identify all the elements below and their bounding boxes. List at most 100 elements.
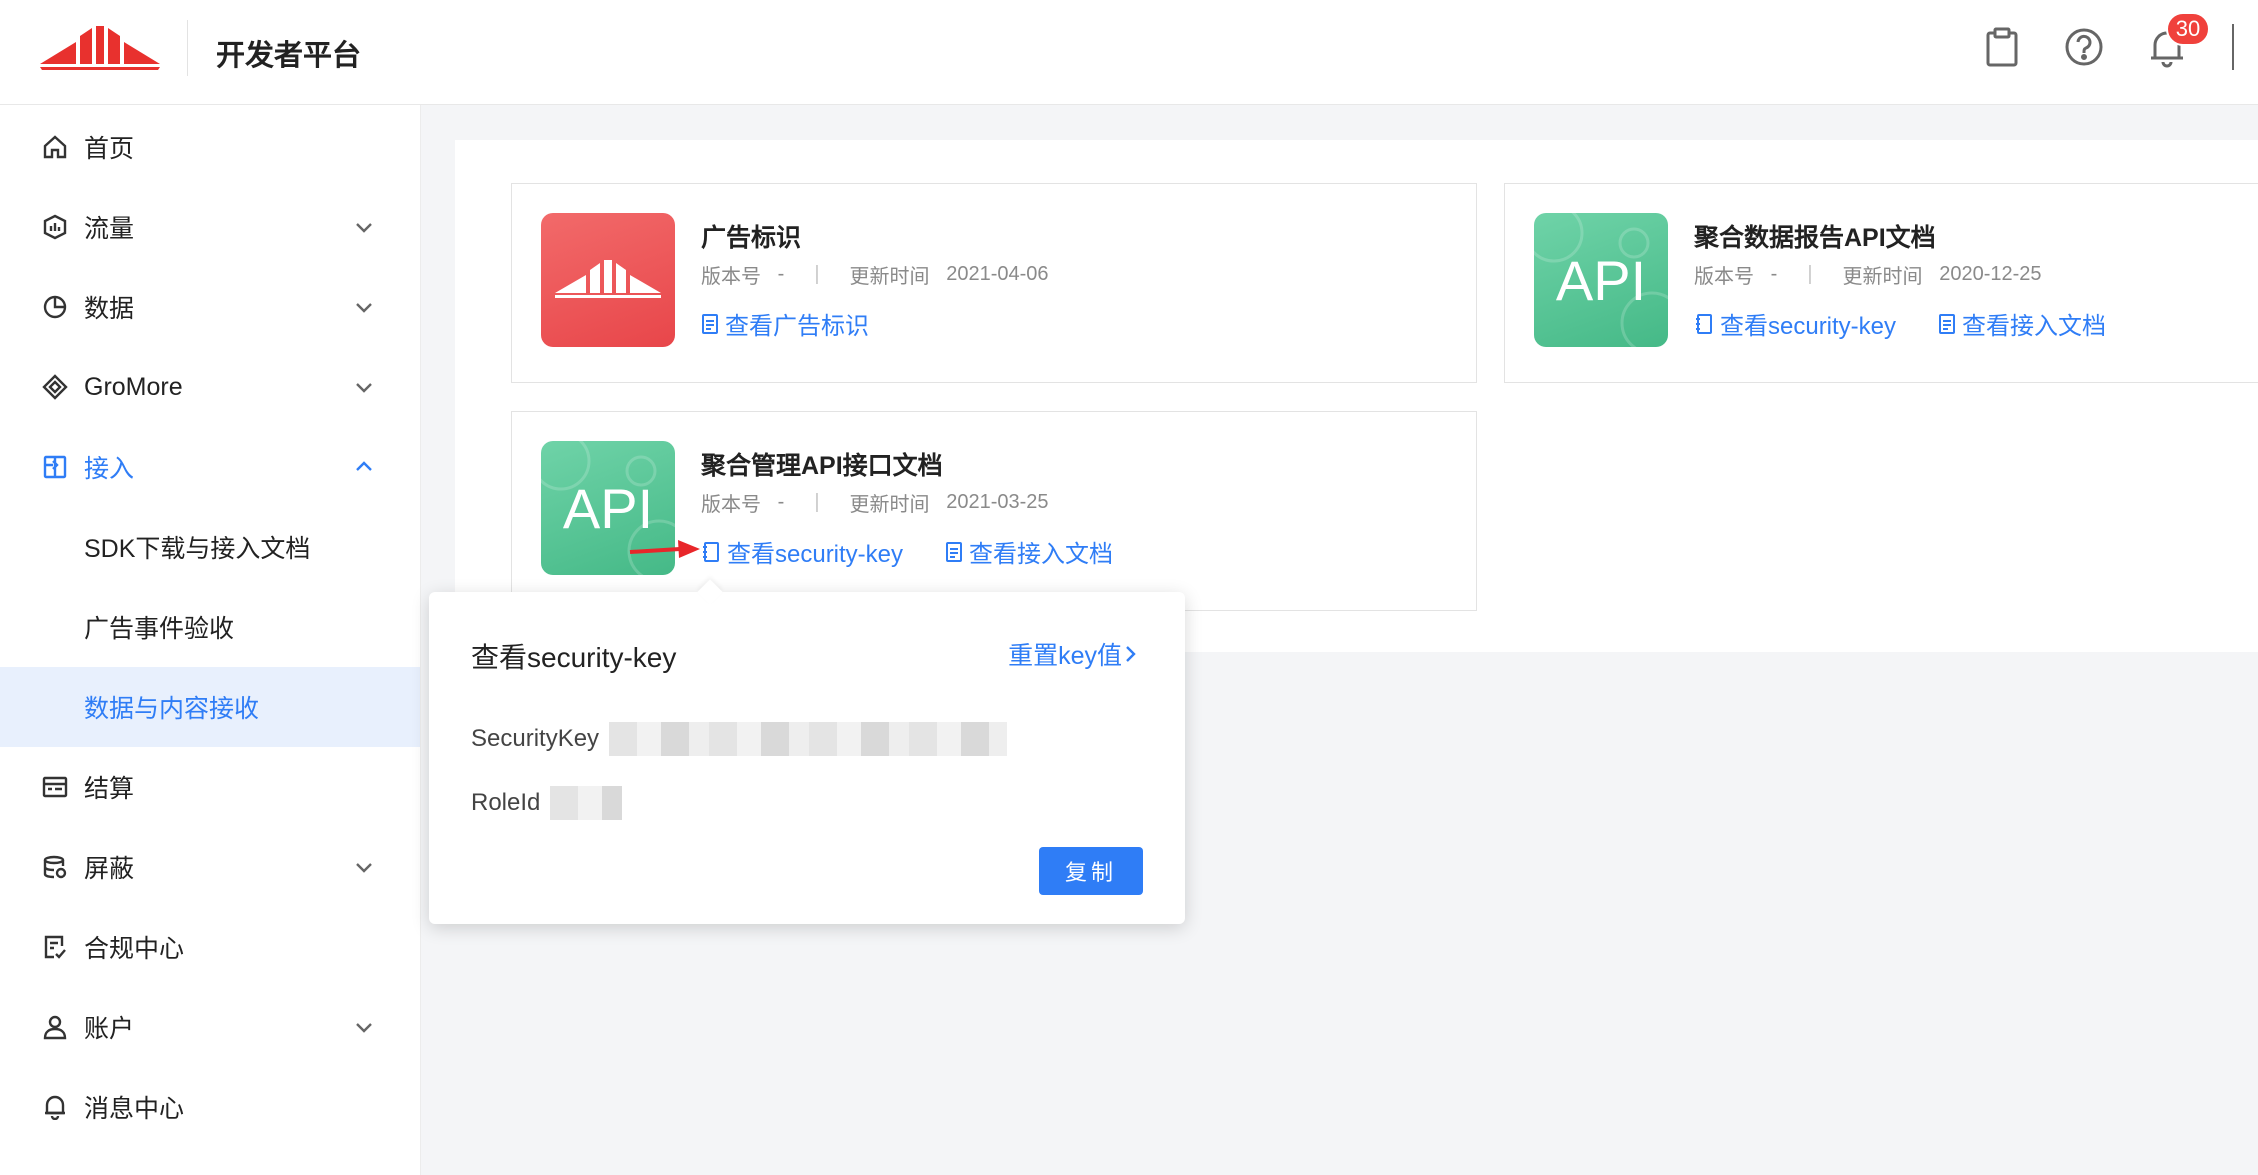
role-id-row: RoleId bbox=[471, 786, 623, 820]
view-security-key-link[interactable]: 查看security-key bbox=[1694, 306, 1896, 341]
sidebar-item-label: 流量 bbox=[84, 215, 135, 243]
sidebar-subitem-label: 数据与内容接收 bbox=[84, 695, 260, 723]
doc-links: 查看security-key 查看接入文档 bbox=[701, 534, 1155, 569]
doc-links: 查看广告标识 bbox=[701, 306, 911, 341]
doc-title: 聚合管理API接口文档 bbox=[701, 452, 943, 480]
doc-title: 聚合数据报告API文档 bbox=[1694, 224, 1936, 252]
doc-meta: 版本号 - | 更新时间 2020-12-25 bbox=[1694, 260, 2042, 289]
updated-value: 2020-12-25 bbox=[1939, 263, 2042, 285]
platform-title: 开发者平台 bbox=[216, 40, 362, 72]
ad-identifier-thumbnail bbox=[541, 213, 675, 347]
sidebar-item-settlement[interactable]: 结算 bbox=[0, 747, 420, 827]
version-label: 版本号 bbox=[1694, 266, 1754, 288]
sidebar-item-data[interactable]: 数据 bbox=[0, 267, 420, 347]
updated-value: 2021-03-25 bbox=[946, 491, 1049, 513]
security-key-value-redacted[interactable] bbox=[609, 722, 1008, 756]
view-security-key-link[interactable]: 查看security-key bbox=[701, 534, 903, 569]
version-value: - bbox=[777, 263, 785, 285]
sidebar-subitem-label: 广告事件验收 bbox=[84, 615, 235, 643]
sidebar-item-account[interactable]: 账户 bbox=[0, 987, 420, 1067]
sidebar-item-label: 结算 bbox=[84, 775, 135, 803]
sidebar-item-compliance[interactable]: 合规中心 bbox=[0, 907, 420, 987]
sidebar-item-gromore[interactable]: GroMore bbox=[0, 347, 420, 427]
security-key-popover: 查看security-key 重置key值 SecurityKey RoleId… bbox=[429, 579, 1185, 924]
sidebar-item-access[interactable]: 接入 bbox=[0, 427, 420, 507]
sidebar-subitem-label: SDK下载与接入文档 bbox=[84, 535, 311, 563]
gromore-icon bbox=[40, 372, 70, 402]
role-id-value-redacted[interactable] bbox=[550, 786, 623, 820]
sidebar-item-block[interactable]: 屏蔽 bbox=[0, 827, 420, 907]
sidebar-item-messages[interactable]: 消息中心 bbox=[0, 1067, 420, 1147]
role-id-label: RoleId bbox=[471, 789, 541, 816]
logo-divider bbox=[187, 20, 188, 76]
version-label: 版本号 bbox=[701, 494, 761, 516]
sidebar-subitem-data-content-receive[interactable]: 数据与内容接收 bbox=[0, 667, 420, 747]
sidebar-item-label: 数据 bbox=[84, 295, 135, 323]
sidebar-item-home[interactable]: 首页 bbox=[0, 107, 420, 187]
access-icon bbox=[40, 452, 70, 482]
document-icon bbox=[946, 541, 963, 562]
updated-label: 更新时间 bbox=[849, 266, 930, 288]
popover-title: 查看security-key bbox=[471, 642, 677, 673]
security-key-row: SecurityKey bbox=[471, 722, 1008, 756]
database-icon bbox=[40, 852, 70, 882]
doc-links: 查看security-key 查看接入文档 bbox=[1694, 306, 2148, 341]
notification-badge: 30 bbox=[2166, 12, 2210, 46]
sidebar-subitem-sdk-download[interactable]: SDK下载与接入文档 bbox=[0, 507, 420, 587]
version-value: - bbox=[1770, 263, 1778, 285]
sidebar: 首页 流量 数据 GroMore 接入 SDK下载与接入文档 广告事件验收 数据… bbox=[0, 105, 421, 1175]
home-icon bbox=[40, 132, 70, 162]
notebook-icon bbox=[703, 541, 719, 562]
document-icon bbox=[1939, 313, 1956, 334]
chevron-down-icon bbox=[356, 1023, 372, 1033]
sidebar-item-label: 账户 bbox=[84, 1015, 135, 1043]
chevron-down-icon bbox=[356, 863, 372, 873]
doc-title: 广告标识 bbox=[701, 224, 802, 252]
updated-label: 更新时间 bbox=[849, 494, 930, 516]
top-divider bbox=[2232, 24, 2234, 70]
meta-separator: | bbox=[1807, 263, 1813, 285]
doc-meta: 版本号 - | 更新时间 2021-04-06 bbox=[701, 260, 1049, 289]
api-thumbnail: API bbox=[1534, 213, 1668, 347]
settlement-icon bbox=[40, 772, 70, 802]
view-integration-doc-link[interactable]: 查看接入文档 bbox=[945, 534, 1113, 569]
view-ad-identifier-link[interactable]: 查看广告标识 bbox=[701, 306, 869, 341]
sidebar-subitem-ad-event-check[interactable]: 广告事件验收 bbox=[0, 587, 420, 667]
clipboard-icon[interactable] bbox=[1979, 24, 2025, 70]
doc-meta: 版本号 - | 更新时间 2021-03-25 bbox=[701, 488, 1049, 517]
help-icon[interactable] bbox=[2061, 24, 2107, 70]
copy-button[interactable]: 复制 bbox=[1039, 847, 1143, 895]
chevron-right-icon bbox=[1126, 646, 1136, 662]
sidebar-item-traffic[interactable]: 流量 bbox=[0, 187, 420, 267]
sidebar-item-label: 接入 bbox=[84, 455, 135, 483]
doc-card-ad-identifier: 广告标识 版本号 - | 更新时间 2021-04-06 查看广告标识 bbox=[511, 183, 1477, 383]
user-icon bbox=[40, 1012, 70, 1042]
doc-card-aggregate-management-api: API 聚合管理API接口文档 版本号 - | 更新时间 2021-03-25 … bbox=[511, 411, 1477, 611]
meta-separator: | bbox=[814, 263, 820, 285]
api-thumb-text: API bbox=[1555, 248, 1647, 312]
document-icon bbox=[702, 313, 718, 334]
security-key-label: SecurityKey bbox=[471, 725, 600, 752]
updated-label: 更新时间 bbox=[1842, 266, 1923, 288]
version-label: 版本号 bbox=[701, 266, 761, 288]
chevron-down-icon bbox=[356, 303, 372, 313]
view-integration-doc-link[interactable]: 查看接入文档 bbox=[1938, 306, 2106, 341]
sidebar-item-label: 屏蔽 bbox=[84, 855, 135, 883]
chevron-up-icon bbox=[356, 461, 372, 471]
version-value: - bbox=[777, 491, 785, 513]
chevron-down-icon bbox=[356, 223, 372, 233]
compliance-icon bbox=[40, 932, 70, 962]
red-arrow-annotation bbox=[629, 540, 700, 558]
pie-chart-icon bbox=[40, 292, 70, 322]
brand-logo[interactable] bbox=[40, 24, 160, 70]
traffic-icon bbox=[40, 212, 70, 242]
sidebar-item-label: 消息中心 bbox=[84, 1095, 185, 1123]
updated-value: 2021-04-06 bbox=[946, 263, 1049, 285]
sidebar-item-label: 首页 bbox=[84, 135, 135, 163]
sidebar-item-label: GroMore bbox=[84, 372, 183, 401]
chevron-down-icon bbox=[356, 383, 372, 393]
top-bar: 开发者平台 30 bbox=[0, 0, 2258, 105]
reset-key-link[interactable]: 重置key值 bbox=[1008, 636, 1140, 672]
notebook-icon bbox=[1696, 313, 1712, 334]
bell-icon bbox=[40, 1092, 70, 1122]
